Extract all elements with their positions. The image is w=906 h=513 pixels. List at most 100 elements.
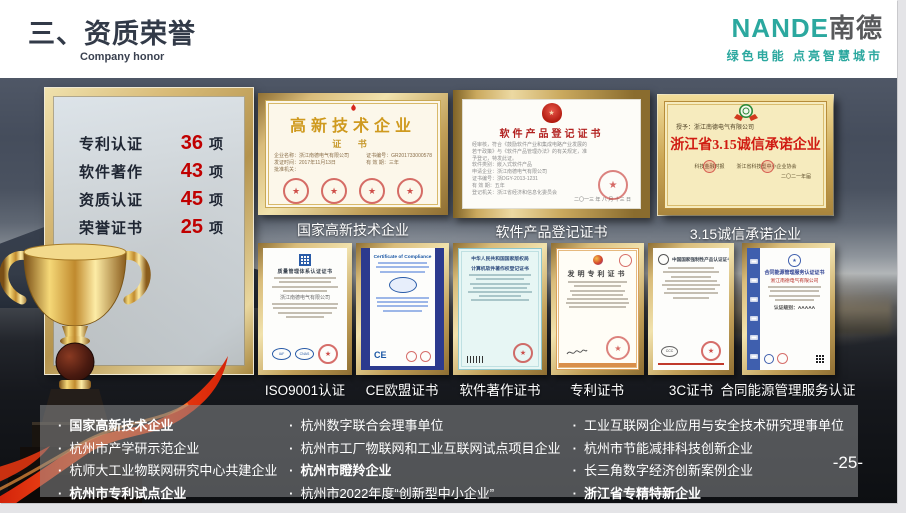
certificate-3c-inner: 中国国家强制性产品认证证书 CCC ★: [653, 248, 729, 370]
honor-item-label: 杭州市瞪羚企业: [300, 460, 391, 483]
red-stamp-icon: ★: [606, 336, 630, 360]
honor-item-label: 国家高新技术企业: [69, 415, 173, 438]
red-stamp-icon: ★: [598, 170, 628, 200]
page-number: -25-: [833, 453, 863, 473]
certificate-chengxin-inner: 授予：浙江南德电气有限公司 浙江省3.15诚信承诺企业 科技金融时报 浙江省科技…: [664, 101, 827, 209]
red-footer-line: [658, 363, 724, 365]
honor-item-label: 杭州市2022年度“创新型中小企业”: [300, 483, 494, 504]
footer-issuer-right: 浙江省科技型中小企业协会: [737, 163, 797, 170]
honor-item: · 杭州市节能减排科技创新企业: [573, 438, 844, 461]
cqc-logo-icon: [658, 254, 669, 265]
bullet-icon: ·: [289, 483, 293, 504]
red-stamp-icon: [406, 351, 417, 362]
certificate-software-copyright: 中华人民共和国国家版权局 计算机软件著作权登记证书 ★: [453, 243, 547, 375]
red-stamp-icon: ★: [283, 178, 309, 204]
flame-icon: [346, 104, 361, 111]
barcode-icon: [467, 356, 483, 363]
honors-column-1: ·国家高新技术企业·杭州市产学研示范企业·杭师大工业物联网研究中心共建企业·杭州…: [58, 415, 289, 489]
honors-column-2: ·杭州数字联合会理事单位·杭州市工厂物联网和工业互联网试点项目企业· 杭州市瞪羚企…: [289, 415, 573, 489]
certificate-title: 中国国家强制性产品认证证书: [672, 257, 729, 263]
bullet-icon: ·: [58, 483, 62, 504]
text-line: 若干政策》与《软件产品管理办法》的有关规定，准: [472, 149, 631, 156]
logo-text-en: NANDE: [732, 13, 829, 43]
issuer-chip-icon: [750, 316, 758, 321]
page-subtitle: Company honor: [80, 51, 164, 63]
stat-row: 软件著作 43 项: [53, 160, 245, 188]
honor-item-label: 浙江省专精特新企业: [584, 483, 701, 504]
honor-item: ·杭州数字联合会理事单位: [289, 415, 573, 438]
certificate-stamps: ★ ★ ★ ★: [283, 178, 423, 204]
red-stamp-icon: [777, 353, 788, 364]
honor-item-label: 杭州市专利试点企业: [69, 483, 186, 504]
honor-item-label: 杭师大工业物联网研究中心共建企业: [69, 460, 277, 483]
certificate-caption: 软件产品登记证书: [453, 222, 650, 242]
certificate-fields: 企业名称：浙江南德电气有限公司发证时间：2017年11月13日批准机关： 证书编…: [274, 153, 432, 174]
logo-tagline: 绿色电能 点亮智慧城市: [727, 47, 883, 64]
certificate-patent: 发明专利证书 ★: [551, 243, 644, 375]
stat-label: 荣誉证书: [79, 217, 181, 238]
issuer-chip-icon: [750, 278, 758, 283]
stat-unit: 项: [209, 134, 223, 154]
cnas-mark-icon: CNAS: [295, 348, 314, 360]
honor-item: ·浙江省专精特新企业: [573, 483, 844, 504]
bullet-icon: ·: [289, 438, 293, 461]
stat-unit: 项: [209, 162, 223, 182]
certificate-chengxin-315: 授予：浙江南德电气有限公司 浙江省3.15诚信承诺企业 科技金融时报 浙江省科技…: [658, 95, 833, 215]
bullet-icon: ·: [573, 415, 577, 438]
certificate-header: 中国国家强制性产品认证证书: [658, 254, 724, 265]
stat-label: 专利认证: [79, 133, 181, 154]
certificate-copyright-inner: 中华人民共和国国家版权局 计算机软件著作权登记证书 ★: [458, 248, 542, 370]
certificate-emc-inner: ★ 合同能源管理服务认证证书 浙江南德电气有限公司 认证级别：AAAAA: [747, 248, 830, 370]
registry-seal-icon: [299, 254, 311, 266]
certificate-text-lines: [561, 279, 634, 311]
honor-item-label: 杭州市节能减排科技创新企业: [584, 438, 753, 461]
signature-icon: [566, 347, 588, 357]
footer-year: 二〇二一年届: [781, 173, 821, 180]
logo-text-cn: 南德: [829, 13, 883, 43]
certificate-grade: 认证级别：AAAAA: [774, 304, 815, 311]
red-stamp-icon: [420, 351, 431, 362]
stat-unit: 项: [209, 218, 223, 238]
presentation-slide: 三、资质荣誉 Company honor NANDE南德 绿色电能 点亮智慧城市…: [0, 0, 906, 513]
certificate-text-lines: [764, 284, 825, 303]
stat-value: 36: [181, 132, 203, 155]
trophy-rim: [24, 244, 126, 260]
bullet-icon: ·: [573, 460, 577, 483]
certificate-title: 高新技术企业: [290, 112, 416, 136]
stat-label: 资质认证: [79, 189, 181, 210]
honors-panel: ·国家高新技术企业·杭州市产学研示范企业·杭师大工业物联网研究中心共建企业·杭州…: [40, 405, 858, 497]
bullet-icon: ·: [573, 438, 577, 461]
red-stamp-icon: ★: [359, 178, 385, 204]
certificate-title-line1: 中华人民共和国国家版权局: [471, 255, 529, 262]
issuer-chip-icon: [750, 335, 758, 340]
issuer-mark-icon: [764, 354, 774, 364]
stat-label: 软件著作: [79, 161, 181, 182]
orange-footer-band: [559, 363, 636, 367]
stat-value: 45: [181, 188, 203, 211]
issuer-chip-icon: [750, 297, 758, 302]
qr-code-icon: [815, 354, 825, 364]
certificate-bottom: [764, 353, 825, 364]
wreath-emblem-icon: [733, 104, 759, 121]
honor-item: ·杭州市工厂物联网和工业互联网试点项目企业: [289, 438, 573, 461]
certificate-caption: 3.15诚信承诺企业: [658, 224, 833, 244]
issuer-chip-icon: [750, 354, 758, 359]
honor-item-label: 杭州数字联合会理事单位: [300, 415, 443, 438]
text-line: 发证时间：2017年11月13日: [274, 160, 349, 167]
trophy-bowl: [24, 252, 126, 326]
red-stamp-icon: ★: [321, 178, 347, 204]
certificate-fields-left: 企业名称：浙江南德电气有限公司发证时间：2017年11月13日批准机关：: [274, 153, 349, 174]
stat-unit: 项: [209, 190, 223, 210]
footer-issuer-left: 科技金融时报: [694, 163, 724, 170]
national-emblem-icon: ★: [542, 103, 562, 123]
certificate-footer: 科技金融时报 浙江省科技型中小企业协会: [670, 163, 821, 170]
certificate-software-product-inner: ★ 软件产品登记证书 经审核，符合《鼓励软件产业和集成电路产业发展的若干政策》与…: [462, 99, 641, 209]
logo-wordmark: NANDE南德: [727, 13, 883, 43]
honor-item: · 杭州市专利试点企业: [58, 483, 289, 504]
stat-row: 资质认证 45 项: [53, 188, 245, 216]
certificate-title: 软件产品登记证书: [500, 125, 604, 140]
certificate-stamps: [406, 351, 431, 362]
red-seal-icon: [619, 254, 632, 267]
stat-row: 专利认证 36 项: [53, 132, 245, 160]
certificate-title: 发明专利证书: [568, 269, 628, 279]
